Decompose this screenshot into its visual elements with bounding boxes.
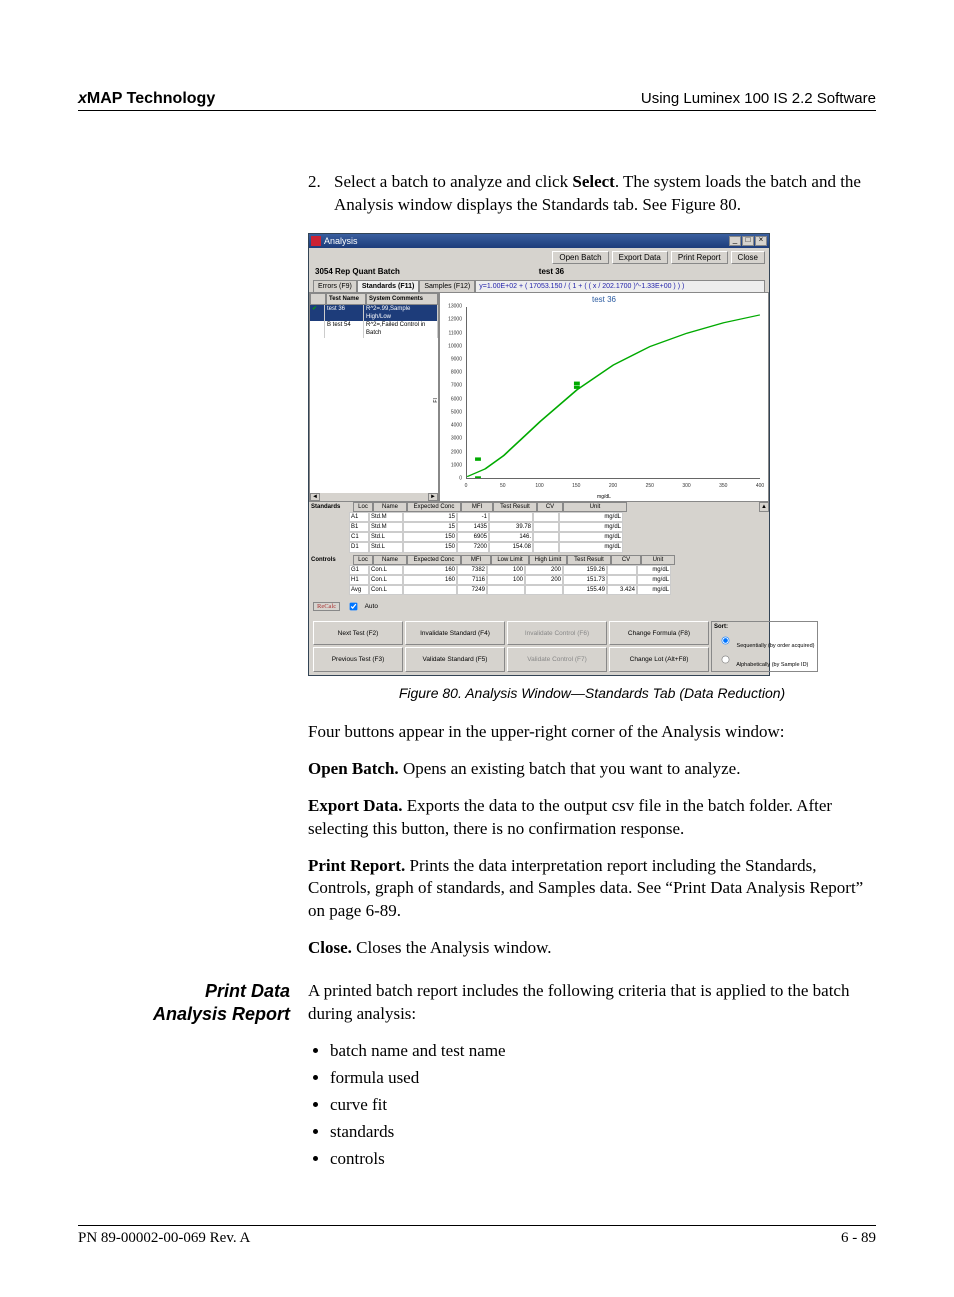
figure-caption: Figure 80. Analysis Window—Standards Tab…	[308, 684, 876, 703]
export-data-desc: Export Data. Exports the data to the out…	[308, 795, 876, 841]
test-name: test 36	[539, 267, 564, 278]
invalidate-control-button[interactable]: Invalidate Control (F6)	[507, 621, 607, 645]
recalc-button[interactable]: ReCalc	[313, 602, 340, 611]
change-formula-button[interactable]: Change Formula (F8)	[609, 621, 709, 645]
table-row: A1Std.M15-1mg/dL	[349, 512, 769, 522]
maximize-icon[interactable]: □	[742, 236, 754, 246]
scroll-up-icon[interactable]: ▲	[759, 502, 769, 512]
window-title: Analysis	[324, 235, 358, 247]
print-report-desc: Print Report. Prints the data interpreta…	[308, 855, 876, 924]
auto-checkbox[interactable]: Auto	[343, 597, 378, 616]
close-desc: Close. Closes the Analysis window.	[308, 937, 876, 960]
section-intro: A printed batch report includes the foll…	[308, 980, 876, 1026]
footer-left: PN 89-00002-00-069 Rev. A	[78, 1230, 250, 1247]
criteria-list: batch name and test name formula used curv…	[330, 1040, 876, 1171]
sort-box: Sort: Sequentially (by order acquired) A…	[711, 621, 818, 672]
intro-paragraph: Four buttons appear in the upper-right c…	[308, 721, 876, 744]
change-lot-button[interactable]: Change Lot (Alt+F8)	[609, 647, 709, 671]
open-batch-desc: Open Batch. Opens an existing batch that…	[308, 758, 876, 781]
table-row: H1Con.L1607116100200151.73mg/dL	[349, 575, 769, 585]
validate-standard-button[interactable]: Validate Standard (F5)	[405, 647, 505, 671]
test-list[interactable]: Test Name System Comments ✔test 36R^2=.9…	[309, 292, 439, 502]
tab-errors[interactable]: Errors (F9)	[313, 280, 357, 292]
previous-test-button[interactable]: Previous Test (F3)	[313, 647, 403, 671]
table-row: G1Con.L1607382100200159.26mg/dL	[349, 565, 769, 575]
section-heading: Print Data Analysis Report	[78, 980, 290, 1025]
analysis-window: Analysis _ □ × Open Batch Export Data Pr…	[308, 233, 770, 676]
scroll-left-icon[interactable]: ◄	[310, 493, 320, 501]
app-icon	[311, 236, 321, 246]
footer-right: 6 - 89	[841, 1230, 876, 1247]
batch-name: 3054 Rep Quant Batch	[315, 267, 400, 278]
table-row: AvgCon.L7249155.493.424mg/dL	[349, 585, 769, 595]
table-row: C1Std.L1506905146.mg/dL	[349, 532, 769, 542]
list-item: curve fit	[330, 1094, 876, 1117]
list-item: controls	[330, 1148, 876, 1171]
list-item: standards	[330, 1121, 876, 1144]
sort-alpha-radio[interactable]: Alphabetically (by Sample ID)	[714, 650, 815, 669]
minimize-icon[interactable]: _	[729, 236, 741, 246]
invalidate-standard-button[interactable]: Invalidate Standard (F4)	[405, 621, 505, 645]
validate-control-button[interactable]: Validate Control (F7)	[507, 647, 607, 671]
list-item: formula used	[330, 1067, 876, 1090]
figure-80: Analysis _ □ × Open Batch Export Data Pr…	[308, 233, 876, 676]
titlebar: Analysis _ □ ×	[309, 234, 769, 248]
print-report-button[interactable]: Print Report	[671, 251, 728, 264]
table-row: D1Std.L1507200154.08mg/dL	[349, 542, 769, 552]
open-batch-button[interactable]: Open Batch	[552, 251, 608, 264]
formula-text: y=1.00E+02 + ( 17053.150 / ( 1 + ( ( x /…	[475, 280, 765, 292]
tab-standards[interactable]: Standards (F11)	[357, 280, 420, 292]
close-button[interactable]: Close	[731, 251, 765, 264]
table-row: B1Std.M15143539.78mg/dL	[349, 522, 769, 532]
next-test-button[interactable]: Next Test (F2)	[313, 621, 403, 645]
tab-samples[interactable]: Samples (F12)	[419, 280, 475, 292]
header-right: Using Luminex 100 IS 2.2 Software	[641, 90, 876, 107]
header-left: xMAP Technology	[78, 90, 215, 108]
standards-table: Standards LocNameExpected ConcMFITest Re…	[309, 502, 769, 552]
controls-table: Controls LocNameExpected ConcMFILow Limi…	[309, 555, 769, 595]
step-2: 2. Select a batch to analyze and click S…	[308, 171, 876, 217]
close-icon[interactable]: ×	[755, 236, 767, 246]
list-item: batch name and test name	[330, 1040, 876, 1063]
scroll-right-icon[interactable]: ►	[428, 493, 438, 501]
test-list-row[interactable]: ✔test 36R^2=.99,Sample High/Low	[310, 305, 438, 321]
test-list-row[interactable]: B test 54R^2=,Failed Control in Batch	[310, 321, 438, 337]
chart: test 36 FI 01000200030004000500060007000…	[439, 292, 769, 502]
sort-sequential-radio[interactable]: Sequentially (by order acquired)	[714, 631, 815, 650]
export-data-button[interactable]: Export Data	[612, 251, 668, 264]
